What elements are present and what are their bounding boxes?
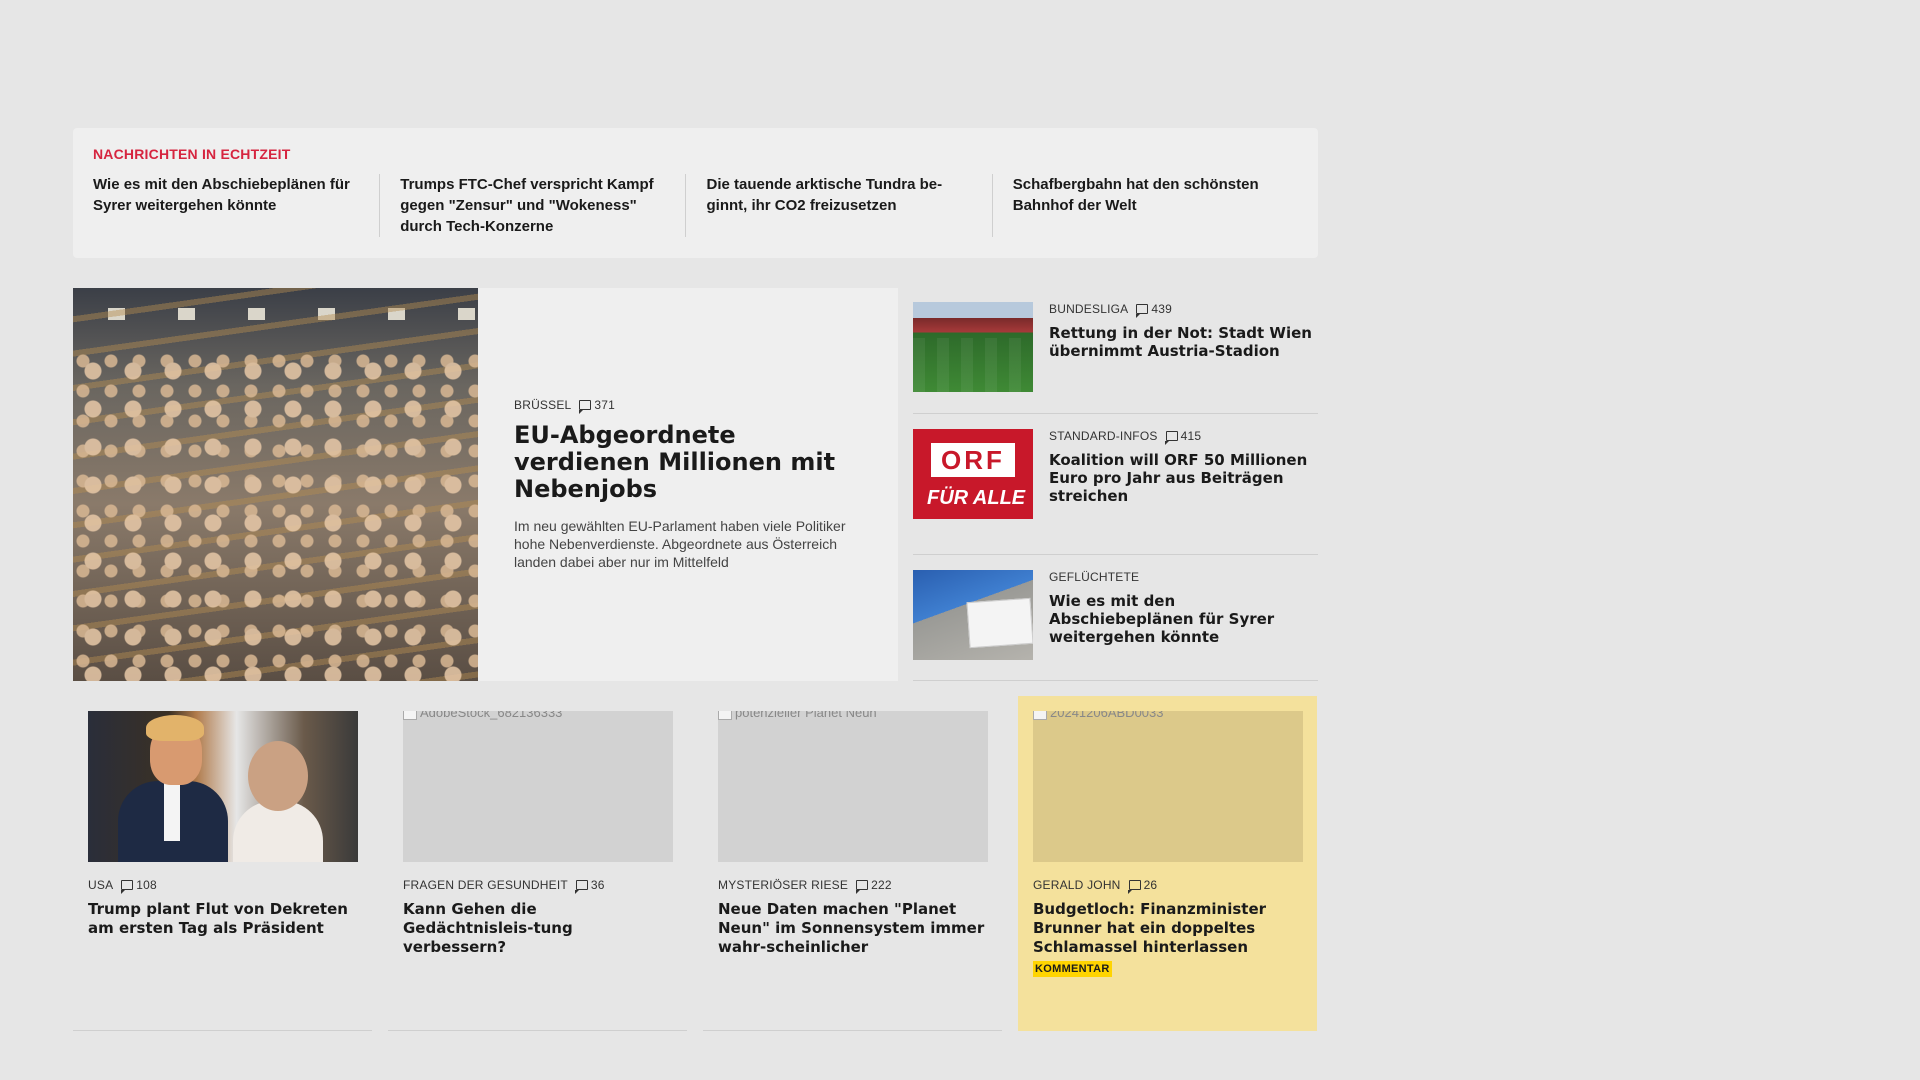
card-headline[interactable]: Budgetloch: Finanzminister Brunner hat e… [1033, 900, 1302, 957]
comment-icon [1128, 880, 1141, 894]
comment-count[interactable]: 36 [575, 878, 605, 894]
broken-image-icon [718, 711, 732, 720]
thumbnail-office-sign-image[interactable] [913, 570, 1033, 660]
kommentar-badge: KOMMENTAR [1033, 961, 1112, 977]
alt-text: potenzieller Planet Neun [735, 711, 877, 720]
article-meta: USA 108 [88, 878, 357, 894]
ticker-item[interactable]: Trumps FTC-Chef verspricht Kampf gegen "… [379, 174, 685, 237]
side-article-list: BUNDESLIGA 439 Rettung in der Not: Stadt… [913, 288, 1318, 681]
article-kicker: FRAGEN DER GESUNDHEIT [403, 878, 568, 892]
comment-icon [1135, 304, 1149, 318]
comment-count-value: 222 [871, 878, 892, 892]
comment-count[interactable]: 222 [855, 878, 892, 894]
side-article-headline[interactable]: Koalition will ORF 50 Millionen Euro pro… [1049, 451, 1318, 505]
comment-count-value: 36 [590, 878, 605, 892]
article-author: GERALD JOHN [1033, 878, 1121, 892]
ticker-item[interactable]: Schafbergbahn hat den schönsten Bahnhof … [991, 174, 1298, 237]
alt-text: AdobeStock_682136333 [420, 711, 563, 720]
comment-icon [1165, 431, 1178, 445]
article-kicker: MYSTERIÖSER RIESE [718, 878, 849, 892]
lead-image-eu-parliament[interactable] [73, 288, 478, 681]
article-card-row: USA 108 Trump plant Flut von Dekreten am… [73, 696, 1318, 1031]
comment-count-value: 371 [594, 398, 616, 412]
article-card[interactable]: AdobeStock_682136333 FRAGEN DER GESUNDHE… [388, 696, 687, 1031]
image-alt-text: 20241206ABD0033 [1033, 711, 1164, 720]
article-card[interactable]: USA 108 Trump plant Flut von Dekreten am… [73, 696, 372, 1031]
comment-count-value: 26 [1143, 878, 1158, 892]
lead-text: BRÜSSEL 371 EU-Abgeordnete verdienen Mil… [478, 288, 898, 681]
side-article[interactable]: BUNDESLIGA 439 Rettung in der Not: Stadt… [913, 288, 1318, 414]
live-news-ticker: NACHRICHTEN IN ECHTZEIT Wie es mit den A… [73, 128, 1318, 258]
card-image-placeholder[interactable]: potenzieller Planet Neun [718, 711, 988, 862]
comment-count[interactable]: 26 [1128, 878, 1158, 894]
ticker-label: NACHRICHTEN IN ECHTZEIT [93, 146, 291, 162]
ticker-item[interactable]: Die tauende arktische Tundra be-ginnt, i… [685, 174, 991, 237]
broken-image-icon [1033, 711, 1047, 720]
comment-count[interactable]: 371 [578, 398, 616, 414]
lead-headline[interactable]: EU-Abgeordnete verdienen Millionen mit N… [514, 422, 862, 503]
side-article[interactable]: GEFLÜCHTETE Wie es mit den Abschiebeplän… [913, 555, 1318, 681]
image-alt-text: potenzieller Planet Neun [718, 711, 877, 720]
card-image-placeholder[interactable]: 20241206ABD0033 [1033, 711, 1303, 862]
card-headline[interactable]: Trump plant Flut von Dekreten am ersten … [88, 900, 357, 938]
orf-logo: ORF [931, 443, 1015, 477]
lead-teaser: Im neu gewählten EU-Parlament haben viel… [514, 518, 846, 570]
alt-text: 20241206ABD0033 [1050, 711, 1164, 720]
article-kicker: GEFLÜCHTETE [1049, 570, 1140, 584]
article-meta: MYSTERIÖSER RIESE 222 [718, 878, 987, 894]
comment-icon [855, 880, 869, 894]
article-meta: STANDARD-INFOS 415 [1049, 429, 1318, 445]
side-article-headline[interactable]: Wie es mit den Abschiebeplänen für Syrer… [1049, 592, 1318, 646]
card-image-trump[interactable] [88, 711, 358, 862]
orf-slogan: FÜR ALLE [927, 487, 1026, 509]
side-article-text: GEFLÜCHTETE Wie es mit den Abschiebeplän… [1049, 570, 1318, 661]
lead-article[interactable]: BRÜSSEL 371 EU-Abgeordnete verdienen Mil… [73, 288, 898, 681]
side-article-headline[interactable]: Rettung in der Not: Stadt Wien übernimmt… [1049, 324, 1318, 360]
card-image-placeholder[interactable]: AdobeStock_682136333 [403, 711, 673, 862]
article-meta: GERALD JOHN 26 [1033, 878, 1302, 894]
ticker-items: Wie es mit den Abschiebeplänen für Syrer… [93, 174, 1298, 237]
comment-icon [575, 880, 588, 894]
article-kicker: STANDARD-INFOS [1049, 429, 1158, 443]
article-meta: BRÜSSEL 371 [514, 398, 862, 414]
comment-icon [120, 880, 134, 894]
article-kicker: USA [88, 878, 114, 892]
article-meta: GEFLÜCHTETE [1049, 570, 1318, 584]
side-article[interactable]: ORF FÜR ALLE STANDARD-INFOS 415 Koalitio… [913, 414, 1318, 555]
comment-count[interactable]: 439 [1135, 302, 1172, 318]
article-card[interactable]: potenzieller Planet Neun MYSTERIÖSER RIE… [703, 696, 1002, 1031]
side-article-text: BUNDESLIGA 439 Rettung in der Not: Stadt… [1049, 302, 1318, 394]
ticker-item[interactable]: Wie es mit den Abschiebeplänen für Syrer… [93, 174, 379, 237]
comment-count[interactable]: 415 [1165, 429, 1202, 445]
article-meta: FRAGEN DER GESUNDHEIT 36 [403, 878, 672, 894]
card-headline[interactable]: Kann Gehen die Gedächtnisleis-tung verbe… [403, 900, 672, 957]
comment-count-value: 108 [136, 878, 157, 892]
image-alt-text: AdobeStock_682136333 [403, 711, 562, 720]
comment-count-value: 415 [1180, 429, 1202, 443]
article-kicker: BUNDESLIGA [1049, 302, 1129, 316]
card-headline[interactable]: Neue Daten machen "Planet Neun" im Sonne… [718, 900, 987, 957]
broken-image-icon [403, 711, 417, 720]
side-article-text: STANDARD-INFOS 415 Koalition will ORF 50… [1049, 429, 1318, 535]
opinion-card[interactable]: 20241206ABD0033 GERALD JOHN 26 Budgetloc… [1018, 696, 1317, 1031]
comment-count[interactable]: 108 [120, 878, 157, 894]
comment-icon [578, 400, 592, 414]
thumbnail-orf-image[interactable]: ORF FÜR ALLE [913, 429, 1033, 519]
article-kicker: BRÜSSEL [514, 398, 572, 412]
article-meta: BUNDESLIGA 439 [1049, 302, 1318, 318]
comment-count-value: 439 [1151, 302, 1172, 316]
thumbnail-stadium-image[interactable] [913, 302, 1033, 392]
